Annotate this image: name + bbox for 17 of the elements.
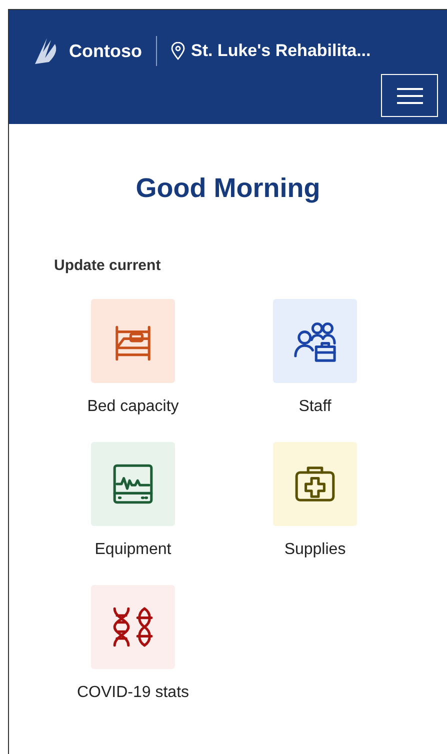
section-title: Update current (54, 256, 162, 276)
tile-label: Bed capacity (87, 397, 179, 417)
category-tile[interactable]: Staff (224, 299, 406, 419)
tile-label: COVID-19 stats (76, 683, 190, 703)
location-name: St. Luke's Rehabilita... (190, 40, 371, 62)
brand-name: Contoso (69, 40, 142, 62)
category-tile[interactable]: Equipment (42, 442, 224, 562)
greeting-heading: Good Morning (134, 172, 322, 205)
category-tile[interactable]: COVID-19 stats (42, 585, 224, 705)
category-tile[interactable]: Supplies (224, 442, 406, 562)
tile-label: Staff (298, 397, 332, 417)
menu-button[interactable] (381, 74, 438, 117)
menu-icon (396, 86, 424, 104)
location-pin-icon (170, 42, 185, 60)
category-tile[interactable]: Bed capacity (42, 299, 224, 419)
tile-label: Equipment (94, 540, 172, 560)
tile-label: Supplies (284, 540, 346, 560)
